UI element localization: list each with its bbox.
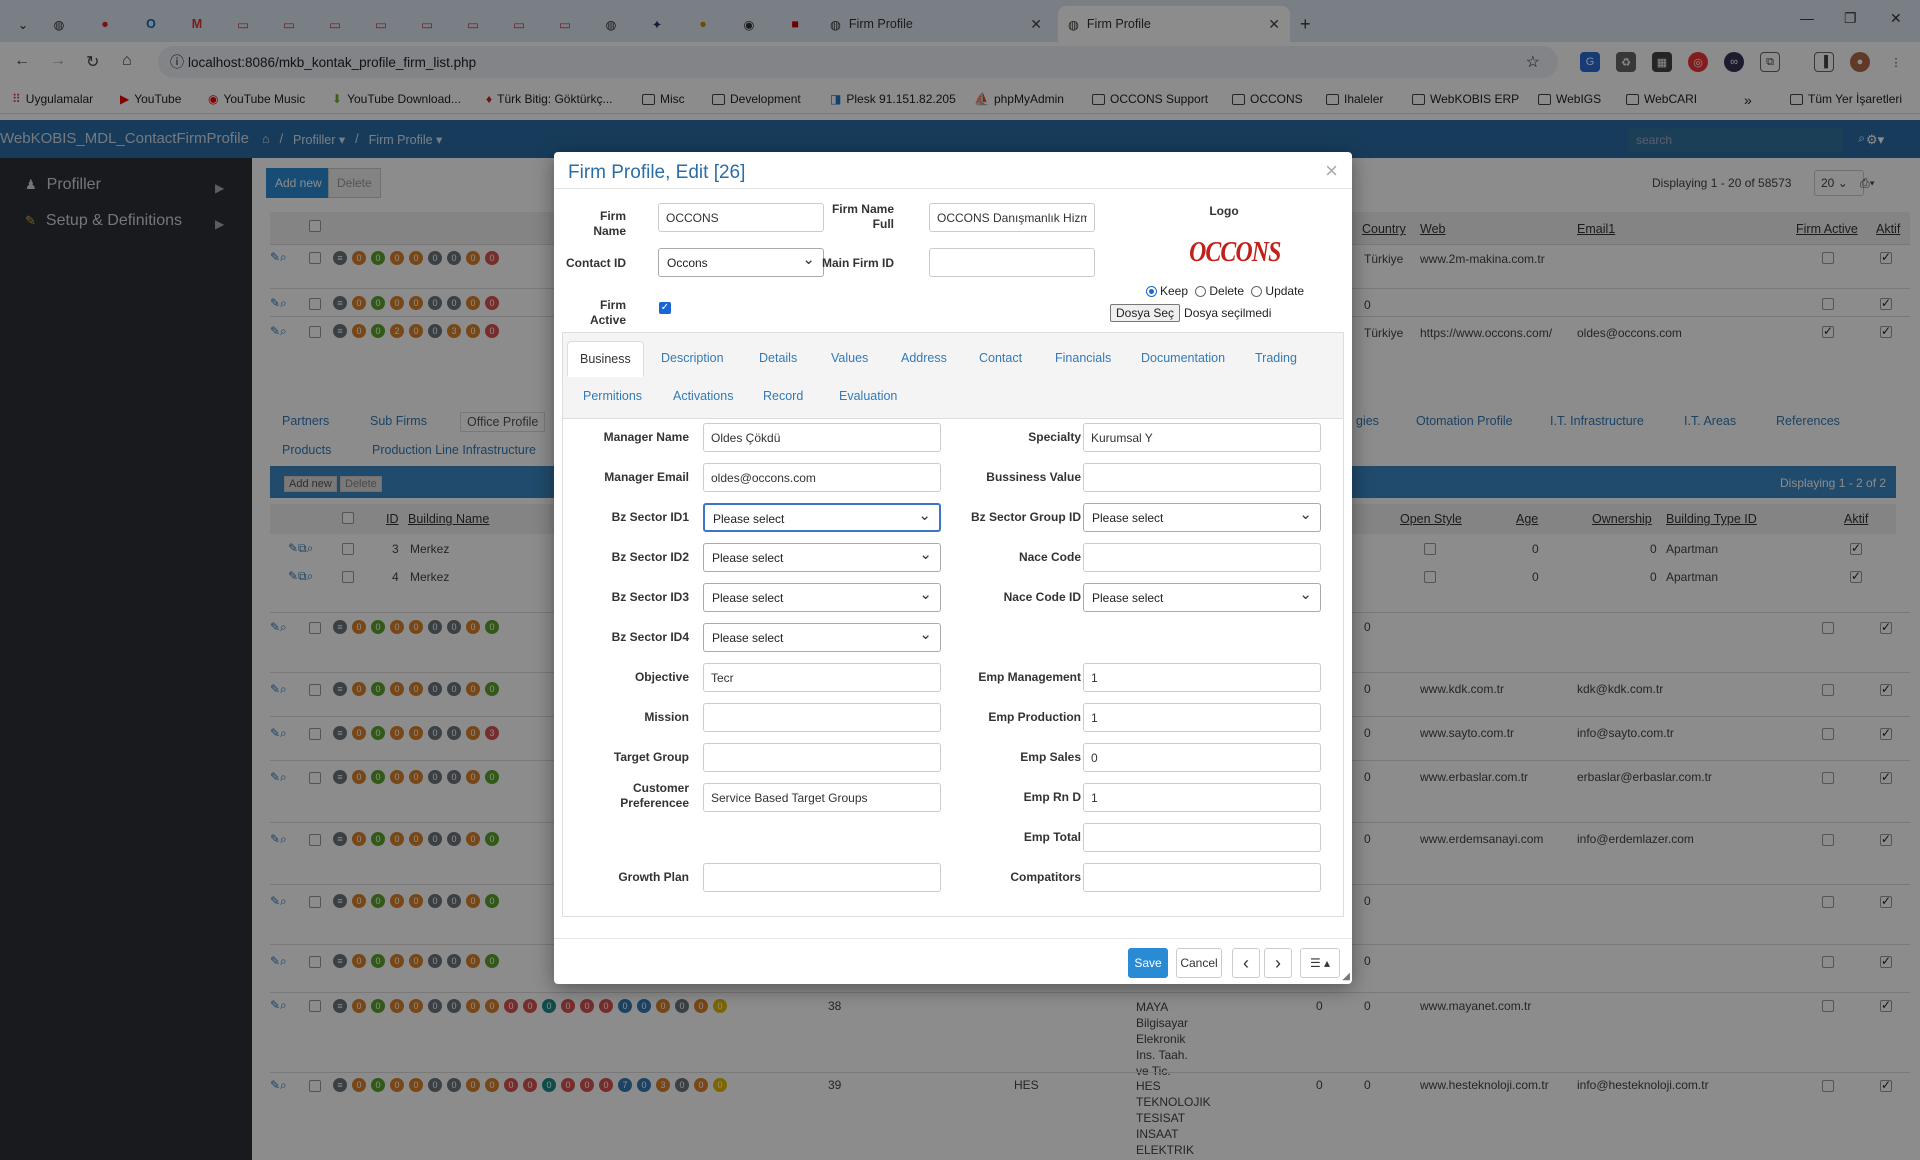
nace-code-label: Nace Code xyxy=(1018,550,1081,564)
bz-sector-id3-label: Bz Sector ID3 xyxy=(611,590,689,604)
tab-contact[interactable]: Contact xyxy=(979,351,1022,365)
tab-address[interactable]: Address xyxy=(901,351,947,365)
file-status: Dosya seçilmedi xyxy=(1184,306,1272,320)
tab-financials[interactable]: Financials xyxy=(1055,351,1111,365)
keep-radio[interactable] xyxy=(1146,286,1157,298)
emp-management-label: Emp Management xyxy=(978,670,1081,684)
firm-profile-edit-dialog: Firm Profile, Edit [26] × Firm Name Firm… xyxy=(554,152,1352,984)
specialty-label: Specialty xyxy=(1028,430,1081,444)
bz-sector-id3-select[interactable]: Please select xyxy=(703,583,941,612)
bz-sector-id2-label: Bz Sector ID2 xyxy=(611,550,689,564)
cancel-button[interactable]: Cancel xyxy=(1176,948,1222,978)
save-button[interactable]: Save xyxy=(1128,948,1168,978)
tab-bar: Business Description Details Values Addr… xyxy=(563,333,1343,419)
manager-email-input[interactable] xyxy=(703,463,941,492)
resize-handle-icon[interactable]: ◢ xyxy=(1342,971,1350,982)
mission-input[interactable] xyxy=(703,703,941,732)
nace-code-id-select[interactable]: Please select xyxy=(1083,583,1321,612)
emp-rn-d-label: Emp Rn D xyxy=(1023,790,1081,804)
contact-id-select[interactable]: Occons xyxy=(658,248,824,277)
target-group-label: Target Group xyxy=(613,750,689,764)
manager-name-input[interactable] xyxy=(703,423,941,452)
target-group-input[interactable] xyxy=(703,743,941,772)
next-record-button[interactable]: › xyxy=(1264,948,1292,978)
emp-sales-label: Emp Sales xyxy=(1020,750,1081,764)
choose-file-button[interactable]: Dosya Seç xyxy=(1110,304,1181,322)
tab-panel: Business Description Details Values Addr… xyxy=(562,332,1344,917)
tab-business[interactable]: Business xyxy=(567,341,644,377)
tab-permitions[interactable]: Permitions xyxy=(583,389,642,403)
update-radio[interactable] xyxy=(1251,286,1263,298)
compatitors-label: Compatitors xyxy=(1010,870,1081,884)
tab-details[interactable]: Details xyxy=(759,351,797,365)
growth-plan-label: Growth Plan xyxy=(618,870,689,884)
dialog-title: Firm Profile, Edit [26] xyxy=(568,162,746,183)
compatitors-input[interactable] xyxy=(1083,863,1321,892)
emp-total-input[interactable] xyxy=(1083,823,1321,852)
tab-documentation[interactable]: Documentation xyxy=(1141,351,1225,365)
growth-plan-input[interactable] xyxy=(703,863,941,892)
bz-sector-id4-select[interactable]: Please select xyxy=(703,623,941,652)
company-logo: OCCONS xyxy=(1189,237,1281,268)
customer-preference-input[interactable] xyxy=(703,783,941,812)
tab-evaluation[interactable]: Evaluation xyxy=(839,389,897,403)
emp-production-label: Emp Production xyxy=(988,710,1081,724)
main-firm-id-input[interactable] xyxy=(929,248,1095,277)
bz-sector-id1-label: Bz Sector ID1 xyxy=(611,510,689,524)
bz-sector-id4-label: Bz Sector ID4 xyxy=(611,630,689,644)
nace-code-input[interactable] xyxy=(1083,543,1321,572)
tab-values[interactable]: Values xyxy=(831,351,868,365)
firm-name-label: Firm Name xyxy=(593,209,626,238)
tab-record[interactable]: Record xyxy=(763,389,803,403)
file-chooser: Dosya Seç Dosya seçilmedi xyxy=(1110,304,1271,322)
delete-radio[interactable] xyxy=(1195,286,1207,298)
firm-name-input[interactable] xyxy=(658,203,824,232)
customer-preference-label: Customer Preferencee xyxy=(620,781,689,810)
emp-rn-d-input[interactable] xyxy=(1083,783,1321,812)
firm-active-checkbox[interactable]: ✓ xyxy=(659,302,671,314)
emp-management-input[interactable] xyxy=(1083,663,1321,692)
bz-sector-id2-select[interactable]: Please select xyxy=(703,543,941,572)
bussiness-value-label: Bussiness Value xyxy=(986,470,1081,484)
contact-id-label: Contact ID xyxy=(566,256,626,270)
bussiness-value-input[interactable] xyxy=(1083,463,1321,492)
bz-sector-group-id-select[interactable]: Please select xyxy=(1083,503,1321,532)
nace-code-id-label: Nace Code ID xyxy=(1003,590,1081,604)
emp-production-input[interactable] xyxy=(1083,703,1321,732)
firm-active-label: Firm Active xyxy=(589,298,626,327)
main-firm-id-label: Main Firm ID xyxy=(822,256,895,270)
manager-email-label: Manager Email xyxy=(604,470,689,484)
mission-label: Mission xyxy=(644,710,689,724)
tab-description[interactable]: Description xyxy=(661,351,724,365)
firm-name-full-input[interactable] xyxy=(929,203,1095,232)
tab-trading[interactable]: Trading xyxy=(1255,351,1297,365)
logo-label: Logo xyxy=(1209,204,1239,218)
manager-name-label: Manager Name xyxy=(603,430,689,444)
objective-label: Objective xyxy=(634,670,689,684)
previous-record-button[interactable]: ‹ xyxy=(1232,948,1260,978)
firm-name-full-label: Firm Name Full xyxy=(831,202,894,231)
more-menu-button[interactable]: ☰ ▴ xyxy=(1300,948,1340,978)
tab-activations[interactable]: Activations xyxy=(673,389,733,403)
emp-sales-input[interactable] xyxy=(1083,743,1321,772)
specialty-input[interactable] xyxy=(1083,423,1321,452)
emp-total-label: Emp Total xyxy=(1023,830,1081,844)
bz-sector-id1-select[interactable]: Please select xyxy=(703,503,941,532)
close-dialog-icon[interactable]: × xyxy=(1325,158,1338,184)
objective-input[interactable] xyxy=(703,663,941,692)
logo-options: Keep Delete Update xyxy=(1146,284,1304,298)
bz-sector-group-id-label: Bz Sector Group ID xyxy=(970,510,1081,524)
